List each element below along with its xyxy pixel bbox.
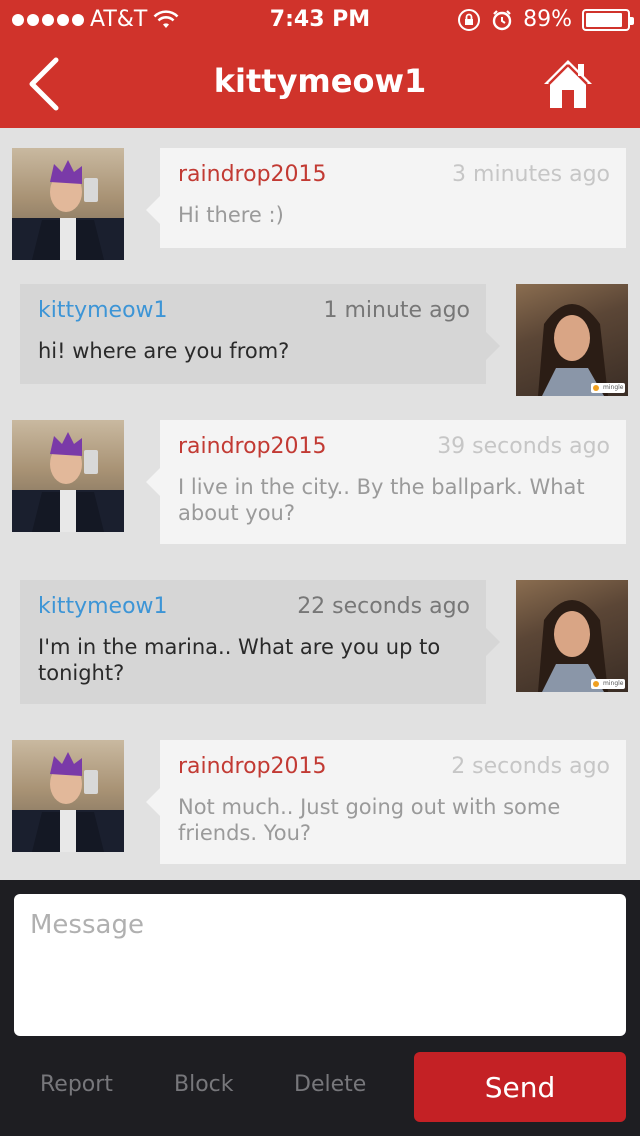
report-button[interactable]: Report [40, 1072, 113, 1097]
message-bubble[interactable]: kittymeow1 1 minute ago hi! where are yo… [20, 284, 500, 384]
message-sender[interactable]: raindrop2015 [178, 162, 327, 187]
message-text: hi! where are you from? [38, 339, 290, 363]
alarm-icon [492, 9, 512, 30]
battery-percent: 89% [523, 7, 572, 32]
message-text: Hi there :) [178, 203, 284, 227]
status-right: 89% [457, 7, 634, 32]
avatar-raindrop2015[interactable] [12, 148, 124, 260]
message-bubble[interactable]: kittymeow1 22 seconds ago I'm in the mar… [20, 580, 500, 704]
avatar-raindrop2015[interactable] [12, 420, 124, 532]
message-sender[interactable]: raindrop2015 [178, 434, 327, 459]
profile-photo [538, 304, 608, 396]
delete-button[interactable]: Delete [294, 1072, 366, 1097]
message-time: 2 seconds ago [451, 754, 610, 779]
message-composer: Report Block Delete Send [0, 880, 640, 1136]
battery-level-fill [586, 12, 622, 27]
mingle-badge: mingle [591, 679, 625, 689]
battery-icon [582, 8, 634, 31]
home-icon[interactable] [540, 56, 596, 112]
message-time: 22 seconds ago [297, 594, 470, 619]
message-text: I'm in the marina.. What are you up to t… [38, 635, 441, 685]
message-sender[interactable]: raindrop2015 [178, 754, 327, 779]
message-sender[interactable]: kittymeow1 [38, 298, 168, 323]
avatar-kittymeow1[interactable]: mingle [516, 580, 628, 692]
message-bubble[interactable]: raindrop2015 39 seconds ago I live in th… [146, 420, 626, 544]
message-sender[interactable]: kittymeow1 [38, 594, 168, 619]
message-bubble[interactable]: raindrop2015 3 minutes ago Hi there :) [146, 148, 626, 248]
avatar-raindrop2015[interactable] [12, 740, 124, 852]
send-button[interactable]: Send [414, 1052, 626, 1122]
profile-photo [12, 160, 124, 260]
message-bubble[interactable]: raindrop2015 2 seconds ago Not much.. Ju… [146, 740, 626, 864]
avatar-kittymeow1[interactable]: mingle [516, 284, 628, 396]
profile-photo [12, 432, 124, 532]
app-header: AT&T 7:43 PM 89% kittymeow1 [0, 0, 640, 128]
profile-photo [12, 752, 124, 852]
message-time: 1 minute ago [323, 298, 470, 323]
mingle-badge: mingle [591, 383, 625, 393]
orientation-lock-icon [458, 8, 481, 31]
block-button[interactable]: Block [174, 1072, 234, 1097]
message-text: Not much.. Just going out with some frie… [178, 795, 561, 845]
message-time: 3 minutes ago [452, 162, 610, 187]
profile-photo [538, 600, 608, 692]
message-list[interactable]: raindrop2015 3 minutes ago Hi there :) k… [0, 128, 640, 880]
message-time: 39 seconds ago [437, 434, 610, 459]
message-text: I live in the city.. By the ballpark. Wh… [178, 475, 585, 525]
message-input[interactable] [14, 894, 626, 1036]
status-bar: AT&T 7:43 PM 89% [0, 0, 640, 40]
